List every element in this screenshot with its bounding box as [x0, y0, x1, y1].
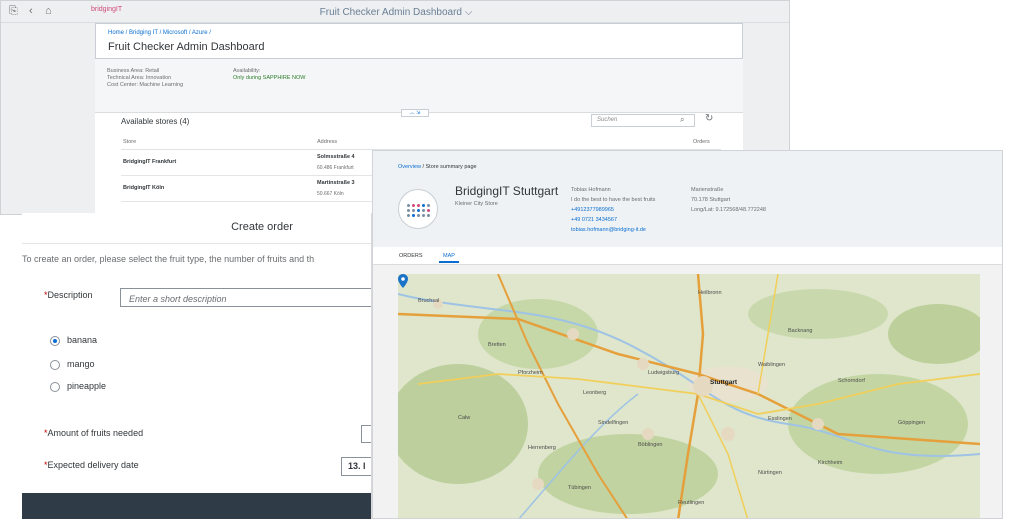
- store-street: Martinstraße 3: [317, 180, 355, 186]
- map-marker-icon[interactable]: [398, 274, 408, 288]
- contact-info: Tobias Hofmann I do the best to have the…: [571, 185, 655, 235]
- store-search-field[interactable]: Suchen ⌕: [591, 114, 695, 127]
- refresh-icon[interactable]: ↻: [705, 113, 713, 124]
- address-city: 70.178 Stuttgart: [691, 197, 731, 203]
- area-info: Business Area: Retail Technical Area: In…: [107, 68, 183, 89]
- column-header-address: Address: [317, 139, 338, 145]
- amount-stepper[interactable]: [361, 425, 371, 443]
- map-label: Bretten: [488, 342, 506, 348]
- amount-label: *Amount of fruits needed: [44, 428, 144, 438]
- app-title[interactable]: Fruit Checker Admin Dashboard ⌵: [1, 7, 789, 18]
- map-label: Böblingen: [638, 442, 662, 448]
- phone-link[interactable]: +4912377989965: [571, 205, 655, 215]
- map-label: Tübingen: [568, 485, 591, 491]
- store-map[interactable]: Bruchsal Bretten Pforzheim Ludwigsburg S…: [398, 274, 980, 518]
- store-avatar: [398, 189, 438, 229]
- phone-link[interactable]: +49 0721 3434567: [571, 215, 655, 225]
- breadcrumb: Overview / Store summary page: [398, 164, 477, 170]
- store-title: BridgingIT Stuttgart: [455, 184, 559, 198]
- store-name: BridgingIT Frankfurt: [123, 159, 177, 165]
- map-label: Stuttgart: [710, 379, 738, 386]
- map-label: Calw: [458, 415, 470, 421]
- radio-mango[interactable]: mango: [50, 359, 170, 373]
- map-label: Göppingen: [898, 420, 925, 426]
- map-label: Leonberg: [583, 390, 606, 396]
- availability-label: Availability:: [233, 68, 261, 74]
- tab-orders[interactable]: ORDERS: [395, 251, 427, 261]
- technical-area: Technical Area: Innovation: [107, 75, 172, 81]
- availability-value: Only during SAPPHIRE NOW: [233, 75, 306, 81]
- delivery-date-value: 13. l: [348, 461, 366, 471]
- store-address: Marienstraße 70.178 Stuttgart Long/Lat: …: [691, 185, 766, 215]
- divider: [22, 243, 371, 244]
- radio-label: banana: [67, 335, 98, 345]
- contact-name: Tobias Hofmann: [571, 187, 611, 193]
- breadcrumb-overview-link[interactable]: Overview: [398, 164, 421, 170]
- map-label: Pforzheim: [518, 370, 543, 376]
- map-label: Schorndorf: [838, 378, 865, 384]
- radio-label: pineapple: [67, 381, 107, 391]
- page-title: Fruit Checker Admin Dashboard: [108, 41, 265, 53]
- radio-pineapple[interactable]: pineapple: [50, 381, 170, 395]
- stores-table-header: Store Address Orders: [121, 136, 721, 150]
- store-name: BridgingIT Köln: [123, 185, 165, 191]
- stores-table-title: Available stores (4): [121, 117, 190, 126]
- radio-button[interactable]: [50, 360, 60, 370]
- map-canvas: Bruchsal Bretten Pforzheim Ludwigsburg S…: [398, 274, 980, 518]
- search-icon[interactable]: ⌕: [680, 115, 684, 125]
- address-longlat: Long/Lat: 9.172568/48.772248: [691, 207, 766, 213]
- store-summary-window: Overview / Store summary page BridgingIT…: [372, 150, 1003, 519]
- map-label: Reutlingen: [678, 500, 704, 506]
- map-label: Waiblingen: [758, 362, 785, 368]
- availability-info: Availability: Only during SAPPHIRE NOW: [233, 68, 305, 82]
- cost-center: Cost Center: Machine Learning: [107, 82, 184, 88]
- create-order-dialog: Create order To create an order, please …: [22, 213, 372, 519]
- map-label: Heilbronn: [698, 290, 722, 296]
- delivery-date-picker[interactable]: 13. l: [341, 457, 371, 476]
- admin-header: Home / Bridging IT / Microsoft / Azure /…: [95, 23, 743, 59]
- radio-button-selected[interactable]: [50, 336, 60, 346]
- store-header: Overview / Store summary page BridgingIT…: [373, 151, 1002, 247]
- radio-label: mango: [67, 359, 95, 369]
- address-street: Marienstraße: [691, 187, 724, 193]
- collapse-header-button[interactable]: ︿ ⇲: [401, 109, 429, 117]
- description-label: *Description: [44, 290, 93, 300]
- map-label: Backnang: [788, 328, 812, 334]
- email-link[interactable]: tobias.hofmann@bridging-it.de: [571, 225, 655, 235]
- tab-bar: ORDERS MAP: [373, 247, 1002, 265]
- map-label: Bruchsal: [418, 298, 439, 304]
- business-area: Business Area: Retail: [107, 68, 160, 74]
- dialog-intro-text: To create an order, please select the fr…: [22, 254, 315, 264]
- description-field[interactable]: [120, 288, 371, 308]
- description-input[interactable]: [121, 290, 371, 308]
- store-city: 50.667 Köln: [317, 191, 344, 197]
- contact-slogan: I do the best to have the best fruits: [571, 197, 656, 203]
- store-subtitle: Kleiner City Store: [455, 201, 498, 207]
- breadcrumb[interactable]: Home / Bridging IT / Microsoft / Azure /: [108, 30, 211, 36]
- map-label: Kirchheim: [818, 460, 843, 466]
- column-header-orders: Orders: [693, 139, 710, 145]
- map-label: Sindelfingen: [598, 420, 628, 426]
- radio-button[interactable]: [50, 382, 60, 392]
- store-street: Solmsstraße 4: [317, 154, 355, 160]
- delivery-date-label: *Expected delivery date: [44, 460, 139, 470]
- map-label: Nürtingen: [758, 470, 782, 476]
- breadcrumb-current: / Store summary page: [420, 164, 477, 170]
- dialog-footer-bar: [22, 493, 371, 519]
- map-label: Herrenberg: [528, 445, 556, 451]
- column-header-store: Store: [123, 139, 137, 145]
- map-label: Esslingen: [768, 416, 792, 422]
- search-placeholder: Suchen: [597, 117, 618, 123]
- map-label: Ludwigsburg: [648, 370, 679, 376]
- dialog-title: Create order: [231, 221, 293, 233]
- store-city: 60.486 Frankfurt: [317, 165, 354, 171]
- tab-map[interactable]: MAP: [439, 251, 459, 263]
- browser-top-bar: ⎘ ‹ ⌂ bridgingIT Fruit Checker Admin Das…: [1, 1, 789, 23]
- radio-banana[interactable]: banana: [50, 335, 170, 349]
- object-header-attributes: Business Area: Retail Technical Area: In…: [95, 59, 743, 113]
